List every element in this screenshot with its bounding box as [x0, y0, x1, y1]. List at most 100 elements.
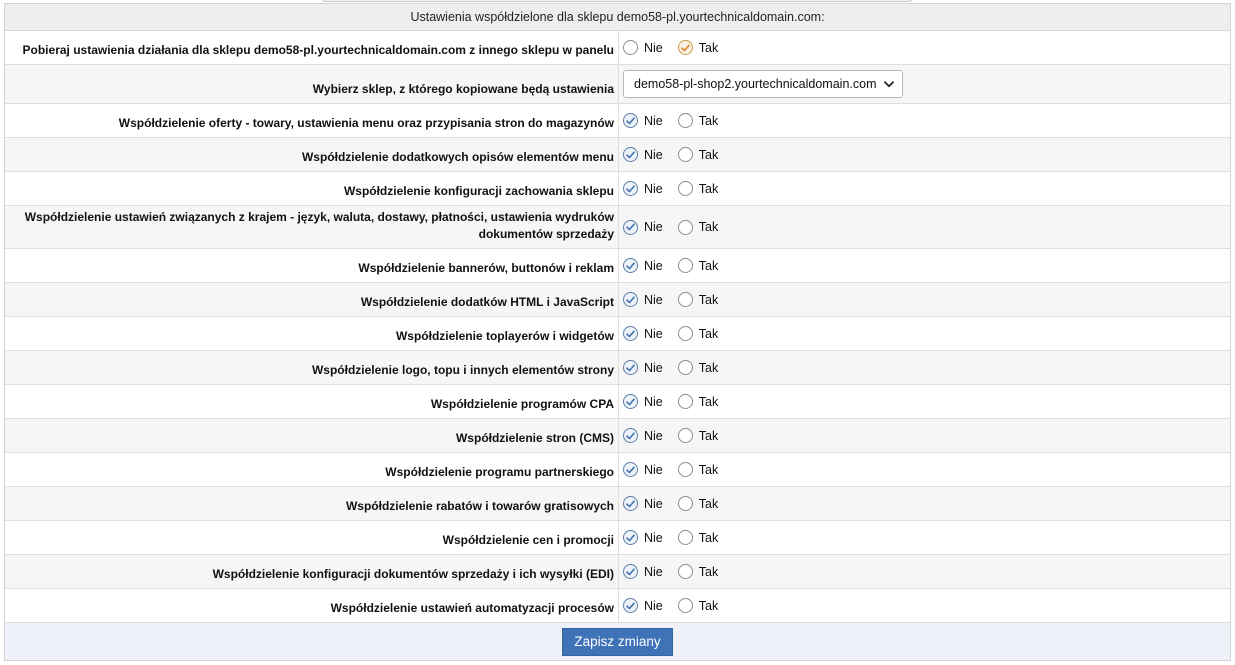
radio-button-no-checked[interactable] [623, 147, 638, 162]
setting-label: Współdzielenie cen i promocji [442, 533, 614, 547]
radio-button-yes-checked[interactable] [677, 40, 693, 55]
setting-label-cell: Wybierz sklep, z którego kopiowane będą … [5, 65, 619, 103]
radio-button-no-checked[interactable] [623, 219, 638, 235]
radio-button-no-checked[interactable] [623, 428, 638, 443]
radio-button-no-checked[interactable] [623, 292, 638, 307]
radio-button-no-checked[interactable] [623, 462, 638, 477]
radio-option-no[interactable]: Nie [623, 258, 663, 273]
setting-value-cell: Nie Tak [619, 487, 1230, 520]
radio-option-no[interactable]: Nie [623, 326, 663, 341]
radio-button-yes[interactable] [677, 394, 693, 409]
radio-option-no[interactable]: Nie [623, 292, 663, 307]
radio-option-yes[interactable]: Tak [677, 181, 718, 196]
radio-option-yes[interactable]: Tak [677, 564, 719, 579]
radio-label-yes: Tak [698, 40, 719, 55]
radio-button-yes[interactable] [677, 564, 693, 579]
radio-option-no[interactable]: Nie [623, 598, 663, 613]
settings-row-15: Współdzielenie cen i promocji Nie Tak [5, 521, 1230, 555]
radio-option-yes[interactable]: Tak [677, 598, 718, 613]
radio-button-yes[interactable] [677, 219, 693, 235]
settings-row-7: Współdzielenie bannerów, buttonów i rekl… [5, 249, 1230, 283]
radio-option-yes[interactable]: Tak [677, 219, 719, 235]
radio-button-yes[interactable] [677, 598, 693, 613]
radio-label-no: Nie [644, 147, 663, 162]
radio-label-yes: Tak [698, 220, 719, 234]
radio-button-no-checked[interactable] [623, 113, 638, 128]
radio-option-yes[interactable]: Tak [677, 360, 718, 375]
settings-row-17: Współdzielenie ustawień automatyzacji pr… [5, 589, 1230, 623]
radio-option-yes[interactable]: Tak [677, 326, 718, 341]
setting-label: Wybierz sklep, z którego kopiowane będą … [312, 82, 614, 96]
radio-button-no-checked[interactable] [623, 496, 638, 511]
radio-button-yes[interactable] [677, 530, 693, 545]
setting-label-cell: Współdzielenie konfiguracji dokumentów s… [5, 555, 619, 588]
radio-label-no: Nie [644, 360, 663, 375]
radio-option-yes[interactable]: Tak [677, 428, 718, 443]
radio-option-no[interactable]: Nie [623, 360, 663, 375]
radio-button-yes[interactable] [677, 292, 693, 307]
radio-option-no[interactable]: Nie [623, 40, 663, 55]
radio-label-no: Nie [644, 462, 663, 477]
setting-label: Współdzielenie ustawień automatyzacji pr… [330, 601, 614, 615]
radio-option-no[interactable]: Nie [623, 394, 663, 409]
radio-option-yes[interactable]: Tak [677, 292, 718, 307]
radio-button-yes[interactable] [677, 496, 693, 511]
setting-label-cell: Współdzielenie toplayerów i widgetów [5, 317, 619, 350]
setting-label: Współdzielenie dodatkowych opisów elemen… [301, 150, 614, 164]
radio-button-yes[interactable] [677, 360, 693, 375]
setting-label: Współdzielenie bannerów, buttonów i rekl… [358, 261, 614, 275]
setting-value-cell: Nie Tak [619, 31, 1230, 64]
radio-button-yes[interactable] [677, 147, 693, 162]
setting-label-cell: Współdzielenie stron (CMS) [5, 419, 619, 452]
radio-button-yes[interactable] [677, 428, 693, 443]
radio-option-no[interactable]: Nie [623, 462, 663, 477]
radio-label-no: Nie [644, 326, 663, 341]
radio-label-no: Nie [644, 113, 663, 128]
radio-label-yes: Tak [698, 564, 719, 579]
radio-label-yes: Tak [698, 258, 719, 273]
radio-option-no[interactable]: Nie [623, 428, 663, 443]
radio-button-no-checked[interactable] [623, 181, 638, 196]
radio-option-no[interactable]: Nie [623, 181, 663, 196]
setting-label-cell: Współdzielenie ustawień związanych z kra… [5, 206, 619, 248]
radio-button-yes[interactable] [677, 326, 693, 341]
radio-button-no-checked[interactable] [623, 360, 638, 375]
settings-row-1: Pobieraj ustawienia działania dla sklepu… [5, 31, 1230, 65]
radio-option-yes[interactable]: Tak [677, 258, 719, 273]
setting-label-cell: Współdzielenie oferty - towary, ustawien… [5, 104, 619, 137]
radio-option-yes[interactable]: Tak [677, 147, 718, 162]
radio-button-no-checked[interactable] [623, 564, 638, 579]
radio-option-no[interactable]: Nie [623, 530, 663, 545]
setting-label: Współdzielenie logo, topu i innych eleme… [311, 363, 614, 377]
radio-option-no[interactable]: Nie [623, 113, 663, 128]
radio-button-yes[interactable] [677, 181, 693, 196]
setting-value-cell: Nie Tak [619, 283, 1230, 316]
radio-option-no[interactable]: Nie [623, 147, 663, 162]
radio-option-yes[interactable]: Tak [677, 496, 718, 511]
radio-button-no[interactable] [623, 40, 638, 55]
radio-button-no-checked[interactable] [623, 598, 638, 613]
radio-button-no-checked[interactable] [623, 326, 638, 341]
radio-button-yes[interactable] [677, 258, 693, 273]
radio-label-no: Nie [644, 181, 663, 196]
radio-option-yes[interactable]: Tak [677, 113, 718, 128]
radio-button-yes[interactable] [677, 462, 693, 477]
radio-label-no: Nie [644, 530, 663, 545]
radio-option-no[interactable]: Nie [623, 564, 663, 579]
radio-button-no-checked[interactable] [623, 394, 638, 409]
shop-select[interactable]: demo58-pl-shop2.yourtechnicaldomain.com [623, 70, 903, 98]
radio-option-no[interactable]: Nie [623, 219, 663, 235]
radio-option-yes[interactable]: Tak [677, 394, 718, 409]
radio-option-yes[interactable]: Tak [677, 462, 718, 477]
save-button[interactable]: Zapisz zmiany [562, 627, 673, 656]
radio-label-no: Nie [644, 394, 663, 409]
radio-option-yes[interactable]: Tak [677, 40, 719, 55]
radio-button-no-checked[interactable] [623, 530, 638, 545]
radio-option-no[interactable]: Nie [623, 496, 663, 511]
radio-option-yes[interactable]: Tak [677, 530, 718, 545]
settings-row-12: Współdzielenie stron (CMS) Nie Tak [5, 419, 1230, 453]
radio-button-yes[interactable] [677, 113, 693, 128]
radio-label-no: Nie [644, 564, 663, 579]
setting-value-cell: Nie Tak [619, 206, 1230, 248]
radio-button-no-checked[interactable] [623, 258, 638, 273]
